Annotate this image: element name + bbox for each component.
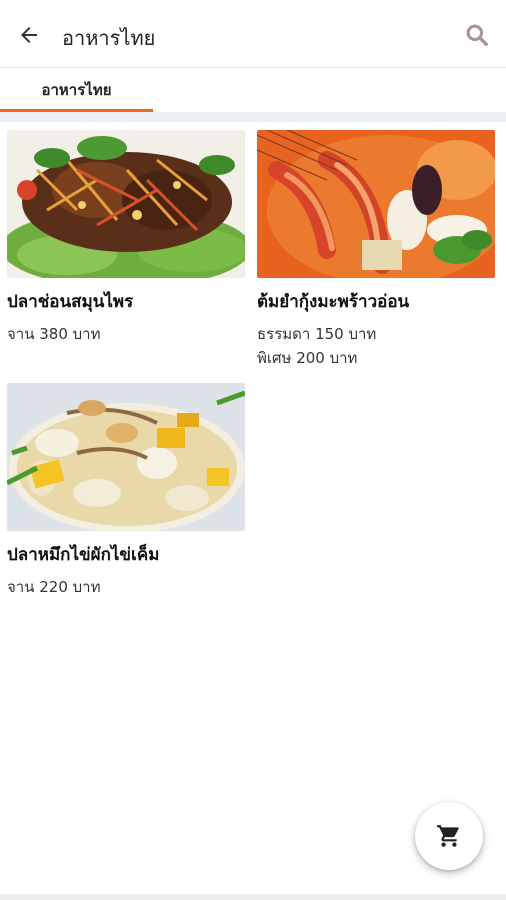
back-button[interactable] xyxy=(14,20,44,50)
tabs-divider xyxy=(0,112,506,122)
menu-item-prices: จาน 220 บาท xyxy=(7,575,245,599)
app-bar: อาหารไทย xyxy=(0,0,506,68)
menu-item-price: พิเศษ 200 บาท xyxy=(257,349,358,367)
category-tabs: อาหารไทย xyxy=(0,68,506,112)
menu-item-image xyxy=(7,130,245,278)
search-icon xyxy=(466,24,488,46)
page-title: อาหารไทย xyxy=(62,26,156,50)
menu-item-price: ธรรมดา 150 บาท xyxy=(257,325,377,343)
cart-icon xyxy=(437,825,459,847)
bottom-divider xyxy=(0,894,506,900)
menu-item-price: จาน 220 บาท xyxy=(7,578,101,596)
tab-label: อาหารไทย xyxy=(41,81,112,99)
cart-button[interactable] xyxy=(415,802,483,870)
menu-item-price: จาน 380 บาท xyxy=(7,325,101,343)
menu-item-image xyxy=(257,130,495,278)
tab-thai-food[interactable]: อาหารไทย xyxy=(0,68,153,112)
menu-item-image xyxy=(7,383,245,531)
menu-item-prices: ธรรมดา 150 บาท พิเศษ 200 บาท xyxy=(257,322,495,370)
menu-card[interactable]: ต้มยำกุ้งมะพร้าวอ่อน ธรรมดา 150 บาท พิเศ… xyxy=(257,130,495,370)
arrow-left-icon xyxy=(21,27,37,43)
menu-item-prices: จาน 380 บาท xyxy=(7,322,245,346)
menu-item-name: ปลาช่อนสมุนไพร xyxy=(7,292,134,312)
menu-item-name: ปลาหมึกไข่ผักไข่เค็ม xyxy=(7,545,160,565)
search-button[interactable] xyxy=(462,20,492,50)
menu-card[interactable]: ปลาช่อนสมุนไพร จาน 380 บาท xyxy=(7,130,245,346)
menu-item-name: ต้มยำกุ้งมะพร้าวอ่อน xyxy=(257,292,410,312)
menu-card[interactable]: ปลาหมึกไข่ผักไข่เค็ม จาน 220 บาท xyxy=(7,383,245,599)
